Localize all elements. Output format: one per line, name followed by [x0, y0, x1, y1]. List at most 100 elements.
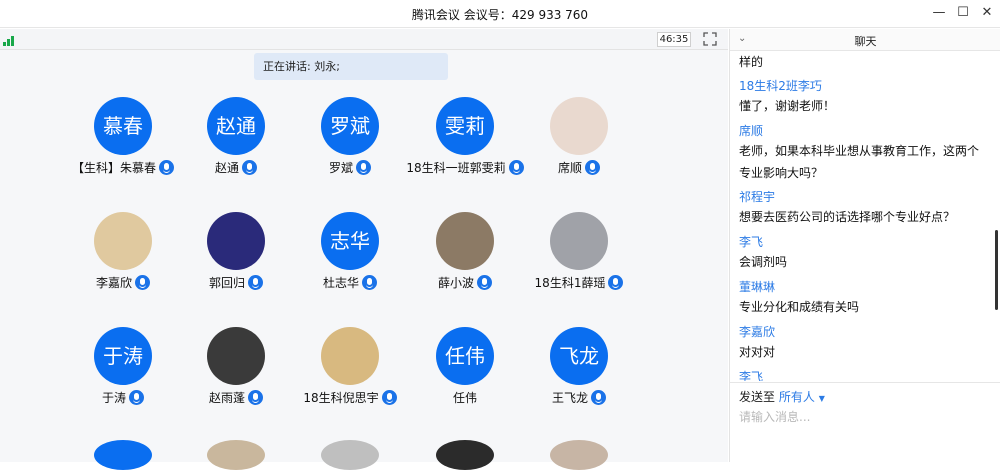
microphone-icon: [608, 275, 624, 290]
participant-name: 【生科】朱慕春: [71, 161, 156, 175]
participant-tile[interactable]: 赵雨蓬: [170, 327, 302, 417]
participant-avatar: [207, 212, 265, 270]
avatar-partial: [550, 440, 608, 470]
participant-name: 李嘉欣: [95, 276, 132, 290]
participant-avatar: [321, 327, 379, 385]
active-speaker-banner: 正在讲话: 刘永;: [254, 53, 448, 80]
participant-avatar: 赵通: [207, 97, 265, 155]
chat-scrollbar[interactable]: [995, 230, 998, 310]
chat-message-sender: 董琳琳: [739, 280, 776, 294]
chat-header: ⌄ 聊天: [730, 29, 1000, 51]
microphone-icon: [248, 275, 263, 290]
chat-panel: ⌄ 聊天 样的 18生科2班李巧 懂了，谢谢老师！ 席顺 老师，如果本科毕业想从…: [729, 29, 1000, 462]
participant-name: 席顺: [557, 161, 582, 175]
participant-name-row: 席顺: [513, 159, 645, 176]
participant-tile[interactable]: 飞龙 王飞龙: [513, 327, 645, 417]
participant-name: 郭回归: [208, 276, 245, 290]
close-icon[interactable]: ✕: [976, 3, 998, 23]
participant-name: 18生科倪思宇: [303, 391, 379, 405]
participant-avatar: [207, 327, 265, 385]
participant-name-row: 18生科1薛瑶: [513, 274, 645, 291]
participant-name-row: 18生科一班郭雯莉: [399, 159, 531, 176]
participant-name-row: 赵雨蓬: [170, 389, 302, 406]
participant-name-row: 18生科倪思宇: [284, 389, 416, 406]
participant-tile[interactable]: 18生科1薛瑶: [513, 212, 645, 302]
participant-avatar: 于涛: [94, 327, 152, 385]
chat-message-text: 专业分化和成绩有关吗: [739, 300, 860, 314]
participant-avatar: 任伟: [436, 327, 494, 385]
participant-name: 赵通: [214, 161, 239, 175]
microphone-icon: [585, 160, 600, 175]
participant-name-row: 郭回归: [170, 274, 302, 291]
microphone-icon: [242, 160, 257, 175]
participant-name: 于涛: [101, 391, 126, 405]
fullscreen-icon[interactable]: [702, 31, 718, 47]
microphone-icon: [129, 390, 144, 405]
minimize-icon[interactable]: —: [928, 3, 950, 23]
participant-name: 罗斌: [328, 161, 353, 175]
participant-name-row: 王飞龙: [513, 389, 645, 406]
chat-message-sender: 18生科2班李巧: [739, 79, 822, 93]
participant-tile[interactable]: 席顺: [513, 97, 645, 187]
avatar-partial: [207, 440, 265, 470]
participant-avatar: [550, 212, 608, 270]
avatar-partial: [94, 440, 152, 470]
participant-avatar: [436, 212, 494, 270]
send-to-selector[interactable]: 发送至 所有人 ▼: [739, 388, 825, 405]
microphone-icon: [248, 390, 263, 405]
participant-tile[interactable]: 任伟 任伟: [399, 327, 531, 417]
chat-message-text: 样的: [739, 55, 764, 69]
chat-message-sender: 李飞: [739, 370, 764, 381]
participant-tile[interactable]: 雯莉 18生科一班郭雯莉: [399, 97, 531, 187]
microphone-icon: [362, 275, 377, 290]
chat-messages: 样的 18生科2班李巧 懂了，谢谢老师！ 席顺 老师，如果本科毕业想从事教育工作…: [730, 51, 1000, 381]
chat-message-text: 会调剂吗: [739, 255, 788, 269]
chat-message-text: 懂了，谢谢老师！: [739, 99, 836, 113]
participant-name-row: 杜志华: [284, 274, 416, 291]
video-toolbar: 46:35: [0, 29, 728, 50]
participant-name: 杜志华: [322, 276, 359, 290]
participant-tile[interactable]: 18生科倪思宇: [284, 327, 416, 417]
avatar-partial: [436, 440, 494, 470]
signal-strength-icon: [3, 36, 15, 46]
participant-avatar: [94, 212, 152, 270]
participant-tile[interactable]: 郭回归: [170, 212, 302, 302]
maximize-icon[interactable]: ☐: [952, 3, 974, 23]
meeting-timer: 46:35: [657, 32, 691, 47]
participant-avatar: 志华: [321, 212, 379, 270]
participant-avatar: 雯莉: [436, 97, 494, 155]
participant-name: 王飞龙: [551, 391, 588, 405]
chat-message-input[interactable]: [739, 408, 989, 426]
participant-avatar: 罗斌: [321, 97, 379, 155]
participant-name-row: 任伟: [399, 389, 531, 406]
participant-name-row: 薛小波: [399, 274, 531, 291]
participant-tile[interactable]: 罗斌 罗斌: [284, 97, 416, 187]
participant-avatar: [550, 97, 608, 155]
participant-name: 赵雨蓬: [208, 391, 245, 405]
participant-tile[interactable]: 薛小波: [399, 212, 531, 302]
participant-tile[interactable]: 志华 杜志华: [284, 212, 416, 302]
participant-name-row: 罗斌: [284, 159, 416, 176]
participant-name: 18生科1薛瑶: [534, 276, 606, 290]
chat-title: 聊天: [854, 35, 877, 48]
chat-message-sender: 祁程宇: [739, 190, 776, 204]
send-to-target: 所有人: [778, 390, 815, 404]
chat-message-text: 对对对: [739, 345, 776, 359]
microphone-icon: [135, 275, 150, 290]
send-to-label: 发送至: [739, 390, 776, 404]
microphone-icon: [477, 275, 492, 290]
participant-tile[interactable]: 赵通 赵通: [170, 97, 302, 187]
chat-message-sender: 李嘉欣: [739, 325, 776, 339]
participant-avatar: 飞龙: [550, 327, 608, 385]
window-titlebar: 腾讯会议 会议号：429 933 760 — ☐ ✕: [0, 0, 1000, 28]
microphone-icon: [356, 160, 371, 175]
microphone-icon: [591, 390, 606, 405]
chat-compose: 发送至 所有人 ▼: [730, 382, 1000, 462]
participant-name-row: 赵通: [170, 159, 302, 176]
chat-message-text: 想要去医药公司的话选择哪个专业好点？: [739, 210, 956, 224]
chat-message-sender: 李飞: [739, 235, 764, 249]
chat-message-text: 老师，如果本科毕业想从事教育工作，这两个专业影响大吗？: [739, 144, 980, 180]
participant-name: 18生科一班郭雯莉: [406, 161, 506, 175]
avatar-partial: [321, 440, 379, 470]
chat-message-sender: 席顺: [739, 124, 764, 138]
